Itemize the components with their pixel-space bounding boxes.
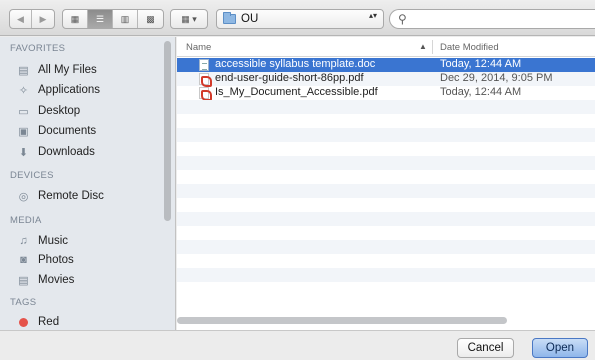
icon-view-icon: ▦ [70,13,80,24]
sidebar-item-label: Remote Disc [38,190,104,202]
dialog-footer: Cancel Open [0,330,595,360]
sidebar-item-label: Downloads [38,146,95,158]
documents-icon: ▣ [18,125,29,138]
location-popup[interactable]: OU ▴▾ [216,9,384,29]
empty-row [177,226,595,240]
sidebar-item-label: Movies [38,274,75,286]
view-mode-control: ▦ ☰ ▥ ▩ [62,9,164,29]
list-view-icon: ☰ [95,13,105,24]
empty-row [177,198,595,212]
file-list: Name ▲ Date Modified accessible syllabus… [177,37,595,330]
empty-row [177,100,595,114]
coverflow-view-icon: ▩ [146,13,155,24]
sidebar-item-applications[interactable]: ✧ Applications [16,81,100,99]
updown-chevron-icon: ▴▾ [368,11,377,20]
empty-row [177,128,595,142]
sidebar-item-label: Music [38,235,69,247]
devices-header: DEVICES [10,170,54,181]
column-separator[interactable] [432,40,433,54]
empty-row [177,156,595,170]
tags-header: TAGS [10,297,37,308]
file-rows: accessible syllabus template.doc Today, … [177,58,595,296]
table-row[interactable]: end-user-guide-short-86pp.pdf Dec 29, 20… [177,72,595,87]
empty-row [177,142,595,156]
sidebar-item-remote-disc[interactable]: ◎ Remote Disc [16,187,104,205]
file-date: Today, 12:44 AM [440,86,522,98]
sidebar-item-movies[interactable]: ▤ Movies [16,271,74,289]
media-header: MEDIA [10,215,42,226]
horizontal-scrollbar[interactable] [177,317,507,324]
coverflow-view-button[interactable]: ▩ [138,10,163,28]
forward-button[interactable]: ▶ [32,10,54,28]
folder-icon [223,12,236,24]
search-icon: ⚲ [398,12,407,26]
sidebar-item-label: Desktop [38,105,81,117]
arrange-button[interactable]: ▦ ▾ [170,9,208,29]
favorites-header: FAVORITES [10,43,66,54]
sidebar-item-music[interactable]: ♫ Music [16,232,68,250]
camera-icon: ◙ [20,254,27,266]
location-label: OU [241,13,259,25]
cancel-button[interactable]: Cancel [457,338,514,358]
column-view-button[interactable]: ▥ [113,10,138,28]
back-forward-control: ◀ ▶ [9,9,55,29]
forward-arrow-icon: ▶ [39,13,47,24]
sort-ascending-icon: ▲ [419,42,427,51]
table-row[interactable]: accessible syllabus template.doc Today, … [177,58,595,72]
sidebar-item-label: Red [38,316,60,328]
empty-row [177,282,595,296]
empty-row [177,114,595,128]
back-arrow-icon: ◀ [17,13,24,24]
sidebar-item-photos[interactable]: ◙ Photos [16,251,74,269]
file-name: Is_My_Document_Accessible.pdf [215,86,378,98]
applications-icon: ✧ [18,84,29,97]
empty-row [177,268,595,282]
arrange-icon: ▦ ▾ [181,13,197,24]
red-tag-icon [16,316,31,329]
file-date: Today, 12:44 AM [440,58,522,70]
all-files-icon: ▤ [18,64,29,77]
desktop-icon: ▭ [18,105,29,118]
sidebar-item-tag-red[interactable]: Red [16,313,59,330]
sidebar-item-all-my-files[interactable]: ▤ All My Files [16,61,97,79]
pdf-icon [199,73,212,87]
sidebar-item-desktop[interactable]: ▭ Desktop [16,102,80,120]
music-icon: ♫ [19,235,28,247]
back-button[interactable]: ◀ [10,10,33,28]
icon-view-button[interactable]: ▦ [63,10,88,28]
open-button[interactable]: Open [532,338,588,358]
list-view-button[interactable]: ☰ [88,10,113,28]
date-modified-column-header[interactable]: Date Modified [440,42,499,53]
empty-row [177,254,595,268]
column-header: Name ▲ Date Modified [177,37,595,57]
sidebar-item-documents[interactable]: ▣ Documents [16,122,96,140]
name-column-header[interactable]: Name [186,42,211,53]
search-field[interactable]: ⚲ [389,9,595,29]
file-date: Dec 29, 2014, 9:05 PM [440,72,553,84]
disc-icon: ◎ [18,190,29,203]
sidebar-item-downloads[interactable]: ⬇ Downloads [16,143,95,161]
sidebar-item-label: Documents [38,125,97,137]
toolbar: ◀ ▶ ▦ ☰ ▥ ▩ ▦ ▾ OU ▴▾ ⚲ [0,0,595,36]
empty-row [177,170,595,184]
film-icon: ▤ [18,274,29,287]
sidebar: FAVORITES ▤ All My Files ✧ Applications … [0,37,176,330]
downloads-icon: ⬇ [18,146,29,159]
pdf-icon [199,87,212,101]
sidebar-item-label: All My Files [38,64,97,76]
empty-row [177,240,595,254]
table-row[interactable]: Is_My_Document_Accessible.pdf Today, 12:… [177,86,595,101]
file-name: end-user-guide-short-86pp.pdf [215,72,364,84]
file-name: accessible syllabus template.doc [215,58,376,70]
document-icon [199,59,209,71]
column-view-icon: ▥ [120,13,130,24]
sidebar-item-label: Applications [38,84,101,96]
sidebar-scrollbar[interactable] [164,41,171,221]
sidebar-item-label: Photos [38,254,74,266]
empty-row [177,212,595,226]
empty-row [177,184,595,198]
